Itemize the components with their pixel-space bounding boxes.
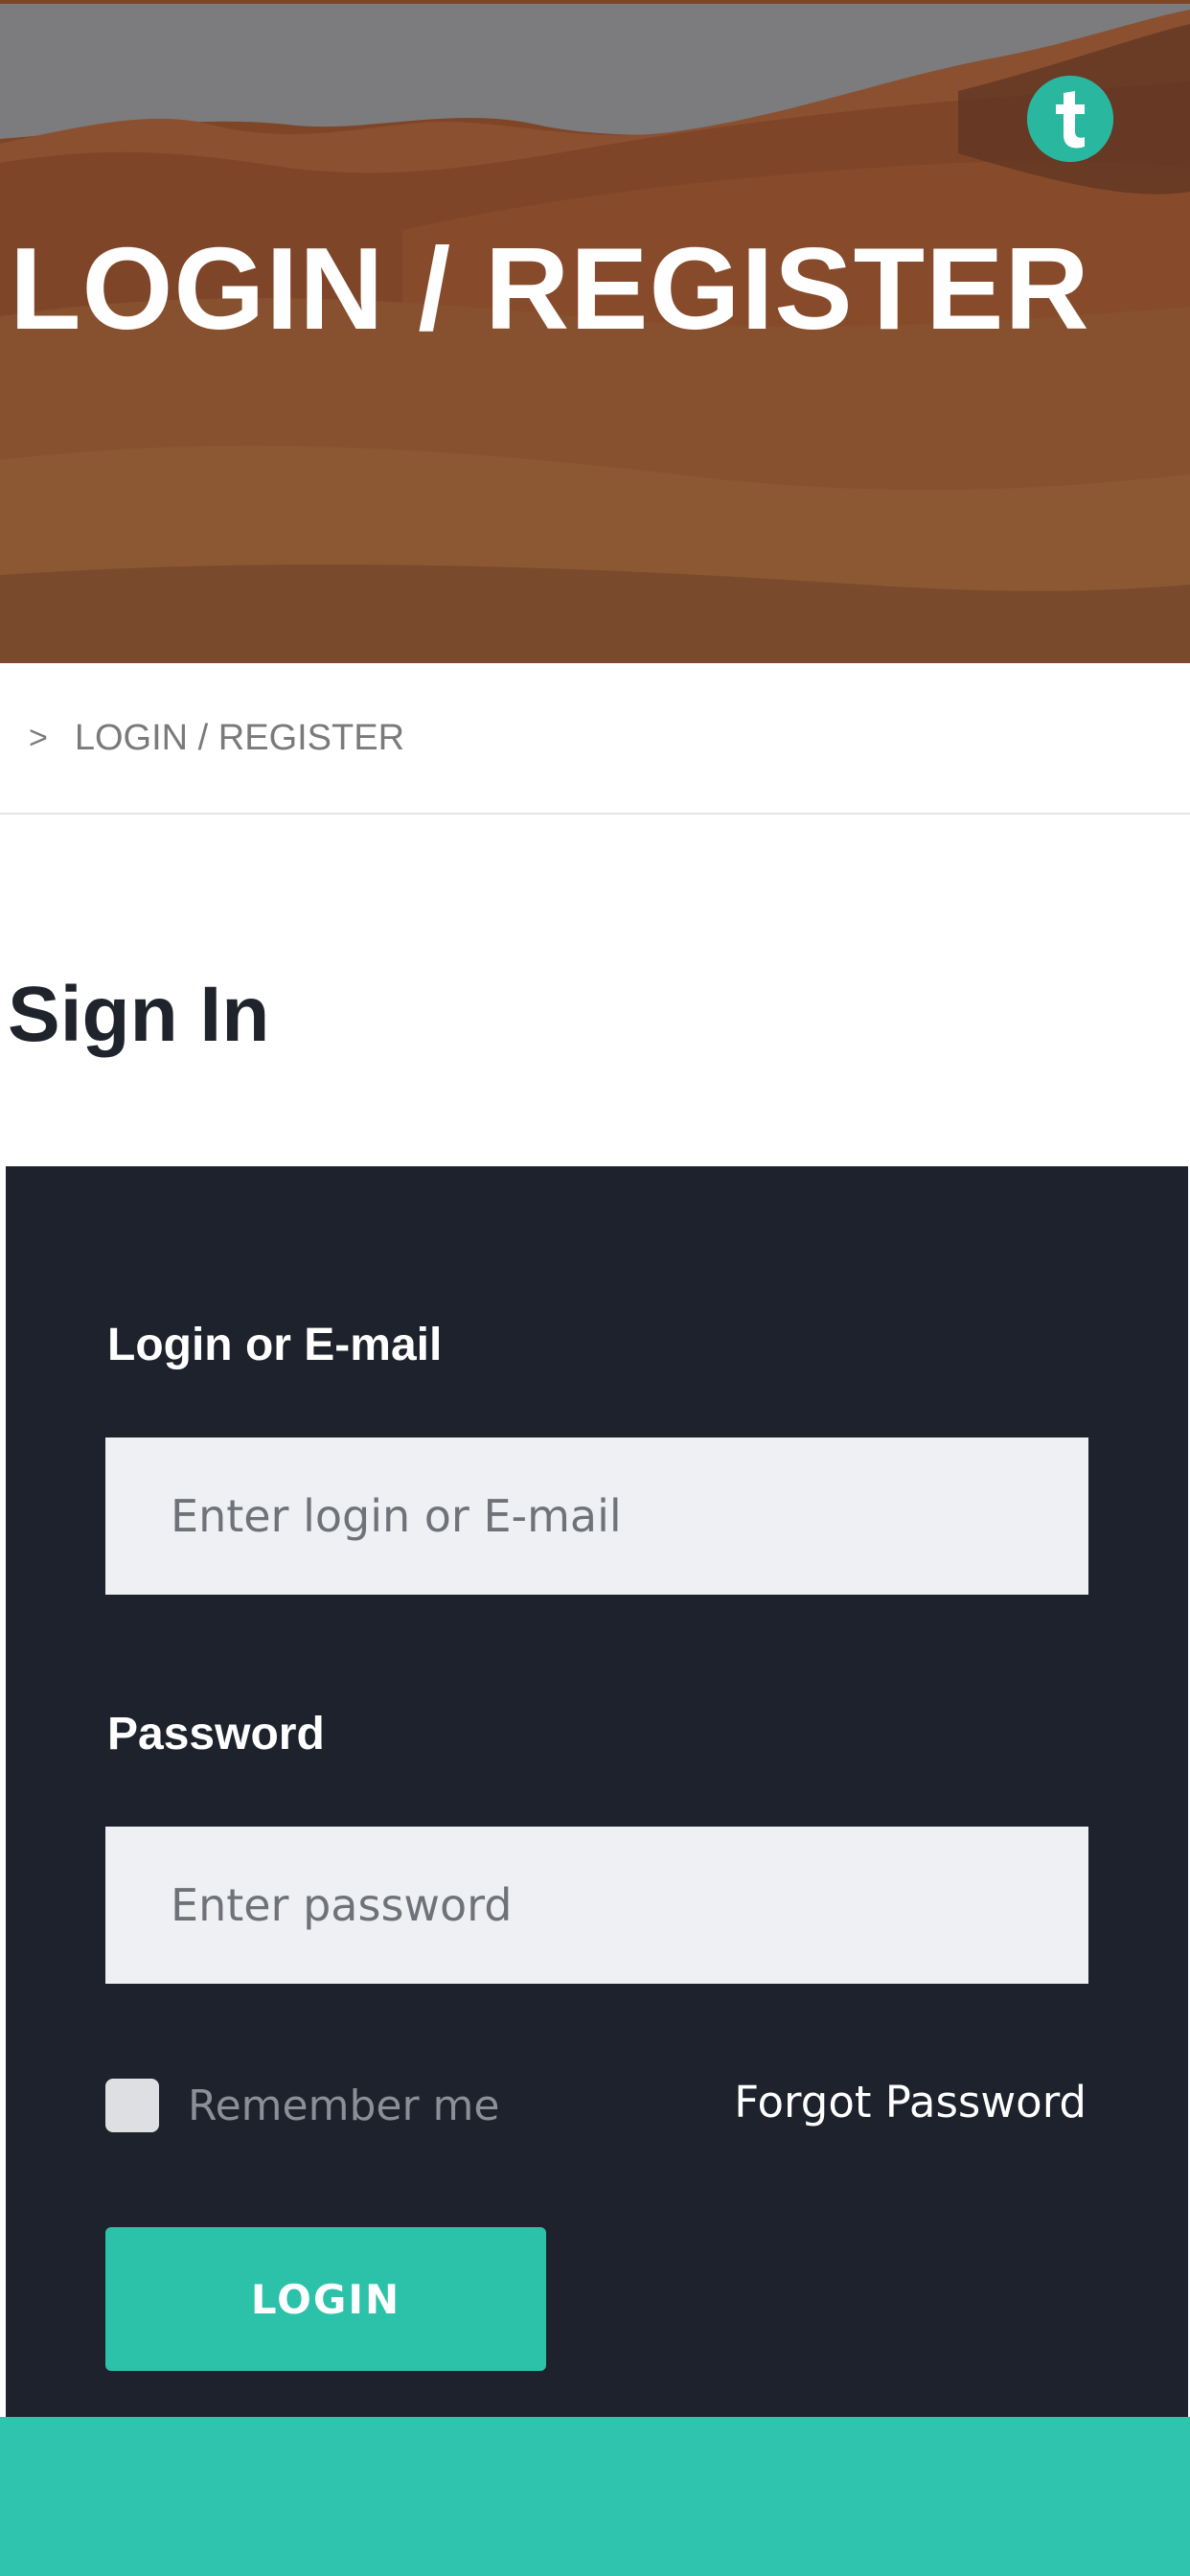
- breadcrumb: > LOGIN / REGISTER: [0, 663, 1190, 815]
- breadcrumb-current[interactable]: LOGIN / REGISTER: [75, 718, 404, 759]
- login-button[interactable]: LOGIN: [105, 2227, 546, 2371]
- remember-me[interactable]: Remember me: [105, 2079, 499, 2132]
- footer-bar: [0, 2417, 1190, 2576]
- login-field-label: Login or E-mail: [107, 1320, 443, 1370]
- login-email-input[interactable]: [105, 1438, 1088, 1595]
- password-field-label: Password: [107, 1709, 325, 1760]
- brand-logo[interactable]: [1027, 76, 1113, 162]
- login-form: Login or E-mail Password Remember me For…: [6, 1166, 1188, 2417]
- hero-banner: LOGIN / REGISTER: [0, 0, 1190, 663]
- breadcrumb-separator: >: [29, 719, 48, 756]
- remember-me-label: Remember me: [188, 2081, 500, 2130]
- brand-t-icon: [1027, 76, 1113, 162]
- hero-title: LOGIN / REGISTER: [10, 223, 1090, 354]
- page: LOGIN / REGISTER > LOGIN / REGISTER Sign…: [0, 0, 1190, 2576]
- page-title: Sign In: [8, 971, 270, 1058]
- remember-me-checkbox[interactable]: [105, 2079, 159, 2132]
- forgot-password-link[interactable]: Forgot Password: [734, 2077, 1087, 2128]
- password-input[interactable]: [105, 1827, 1088, 1984]
